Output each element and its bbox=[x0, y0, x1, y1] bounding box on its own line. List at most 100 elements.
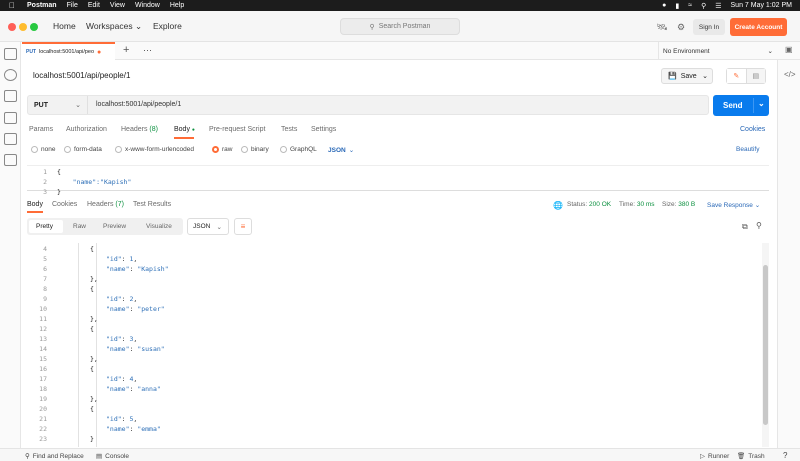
menu-window[interactable]: Window bbox=[135, 2, 160, 9]
line-number: 22 bbox=[39, 425, 47, 433]
search-bar[interactable]: ⚲ Search Postman bbox=[340, 18, 460, 35]
code-line: "id": 3, bbox=[106, 335, 137, 343]
settings-gear-icon[interactable]: ⚙ bbox=[674, 20, 688, 34]
response-tab-headers[interactable]: Headers (7) bbox=[87, 201, 124, 208]
collections-icon[interactable] bbox=[4, 48, 17, 60]
radio-graphql[interactable]: GraphQL bbox=[280, 146, 317, 153]
json-punctuation: , bbox=[133, 335, 138, 343]
trash-button[interactable]: 🗑 Trash bbox=[737, 452, 765, 461]
save-button[interactable]: 💾 Save ⌄ bbox=[661, 68, 713, 84]
monitors-icon[interactable] bbox=[4, 133, 17, 145]
radio-urlencoded[interactable]: x-www-form-urlencoded bbox=[115, 146, 194, 153]
chevron-down-icon[interactable]: ⌄ bbox=[758, 99, 765, 108]
tab-tests[interactable]: Tests bbox=[281, 126, 297, 133]
tab-pre-request-script[interactable]: Pre-request Script bbox=[209, 126, 265, 133]
sign-in-button[interactable]: Sign In bbox=[693, 19, 725, 35]
create-account-button[interactable]: Create Account bbox=[730, 18, 787, 36]
runner-button[interactable]: ▷ Runner bbox=[700, 452, 730, 461]
nav-home[interactable]: Home bbox=[53, 21, 76, 31]
response-scrollbar[interactable] bbox=[762, 243, 769, 447]
body-format-select[interactable]: JSON ⌄ bbox=[328, 146, 354, 155]
view-visualize[interactable]: Visualize bbox=[146, 223, 172, 230]
nav-workspaces[interactable]: Workspaces ⌄ bbox=[86, 21, 142, 32]
code-icon[interactable]: </> bbox=[784, 70, 796, 79]
save-response-button[interactable]: Save Response ⌄ bbox=[707, 201, 760, 209]
copy-icon[interactable]: ⧉ bbox=[742, 222, 748, 232]
find-icon: ⚲ bbox=[25, 453, 30, 460]
apple-icon[interactable]:  bbox=[9, 1, 15, 10]
radio-binary[interactable]: binary bbox=[241, 146, 269, 153]
menu-view[interactable]: View bbox=[110, 2, 125, 9]
documentation-icon[interactable]: ▤ bbox=[746, 69, 765, 83]
find-replace-button[interactable]: ⚲ Find and Replace bbox=[25, 452, 84, 461]
time-readout[interactable]: Time: 30 ms bbox=[619, 201, 655, 208]
response-format-select[interactable]: JSON ⌄ bbox=[187, 218, 229, 235]
wrap-lines-icon[interactable]: ≡ bbox=[234, 218, 252, 235]
size-readout[interactable]: Size: 380 B bbox=[662, 201, 695, 208]
send-button[interactable]: Send ⌄ bbox=[713, 95, 769, 116]
response-tab-cookies[interactable]: Cookies bbox=[52, 201, 77, 208]
method-select[interactable]: PUT ⌄ bbox=[28, 96, 88, 114]
request-title[interactable]: localhost:5001/api/people/1 bbox=[33, 71, 130, 80]
response-body-viewer[interactable]: 4 {5 "id": 1, 6 "name": "Kapish" 7}, 8 {9 "id": … bbox=[27, 243, 761, 447]
new-tab-plus-icon[interactable]: + bbox=[123, 44, 129, 56]
view-preview[interactable]: Preview bbox=[103, 223, 126, 230]
zoom-window-button[interactable] bbox=[30, 23, 38, 31]
code-line: } bbox=[90, 435, 94, 443]
menubar-app-name[interactable]: Postman bbox=[27, 2, 57, 9]
console-button[interactable]: ▤ Console bbox=[96, 452, 129, 461]
request-body-editor[interactable]: 1 { 2 "name":"Kapish" 3 } bbox=[27, 165, 769, 196]
clock[interactable]: Sun 7 May 1:02 PM bbox=[731, 2, 792, 9]
radio-none[interactable]: none bbox=[31, 146, 55, 153]
more-tabs-icon[interactable]: ⋯ bbox=[143, 45, 152, 56]
environments-icon[interactable] bbox=[4, 90, 17, 102]
runner-label: Runner bbox=[708, 452, 730, 460]
tab-params[interactable]: Params bbox=[29, 126, 53, 133]
tab-settings[interactable]: Settings bbox=[311, 126, 336, 133]
json-punctuation: , bbox=[133, 295, 138, 303]
response-tab-body[interactable]: Body bbox=[27, 201, 43, 208]
request-tab[interactable]: PUT localhost:5001/api/peo ● bbox=[22, 42, 115, 60]
status-readout[interactable]: Status: 200 OK bbox=[567, 201, 611, 208]
view-pretty[interactable]: Pretty bbox=[36, 223, 53, 230]
record-icon[interactable]: ● bbox=[662, 2, 666, 9]
control-center-icon[interactable]: ☰ bbox=[715, 2, 721, 10]
response-tab-test-results[interactable]: Test Results bbox=[133, 201, 171, 208]
menu-help[interactable]: Help bbox=[170, 2, 184, 9]
edit-pencil-icon[interactable]: ✎ bbox=[727, 69, 747, 83]
scrollbar-thumb[interactable] bbox=[763, 265, 768, 425]
satellite-icon[interactable]: 🛰 bbox=[655, 20, 669, 34]
cookies-link[interactable]: Cookies bbox=[740, 126, 765, 133]
tab-headers[interactable]: Headers (8) bbox=[121, 126, 158, 133]
trash-label: Trash bbox=[748, 452, 765, 460]
environment-quick-look-icon[interactable]: ▣ bbox=[785, 45, 793, 54]
tab-authorization[interactable]: Authorization bbox=[66, 126, 107, 133]
help-icon[interactable]: ? bbox=[783, 451, 787, 460]
response-headers-count: (7) bbox=[115, 201, 124, 208]
menu-file[interactable]: File bbox=[67, 2, 78, 9]
minimize-window-button[interactable] bbox=[19, 23, 27, 31]
battery-icon[interactable]: ▮ bbox=[675, 2, 679, 10]
apis-icon[interactable] bbox=[4, 69, 17, 81]
search-response-icon[interactable]: ⚲ bbox=[756, 221, 762, 230]
menu-edit[interactable]: Edit bbox=[88, 2, 100, 9]
environment-selector[interactable]: No Environment ⌄ bbox=[658, 42, 779, 60]
beautify-link[interactable]: Beautify bbox=[736, 146, 760, 153]
flows-icon[interactable] bbox=[4, 154, 17, 166]
save-label: Save bbox=[680, 72, 697, 80]
url-input[interactable]: localhost:5001/api/people/1 bbox=[96, 101, 181, 108]
view-raw[interactable]: Raw bbox=[73, 223, 86, 230]
close-window-button[interactable] bbox=[8, 23, 16, 31]
mock-servers-icon[interactable] bbox=[4, 112, 17, 124]
chevron-down-icon[interactable]: ⌄ bbox=[702, 72, 708, 80]
wifi-icon[interactable]: ≈ bbox=[688, 2, 692, 9]
radio-form-data[interactable]: form-data bbox=[64, 146, 102, 153]
tab-body[interactable]: Body ● bbox=[174, 126, 195, 133]
json-value: "Kapish" bbox=[137, 265, 169, 273]
globe-icon[interactable]: 🌐 bbox=[553, 201, 563, 210]
radio-raw[interactable]: raw bbox=[212, 146, 232, 153]
radio-label: binary bbox=[251, 146, 269, 153]
nav-explore[interactable]: Explore bbox=[153, 21, 182, 31]
spotlight-icon[interactable]: ⚲ bbox=[701, 2, 706, 10]
search-icon: ⚲ bbox=[369, 23, 375, 31]
